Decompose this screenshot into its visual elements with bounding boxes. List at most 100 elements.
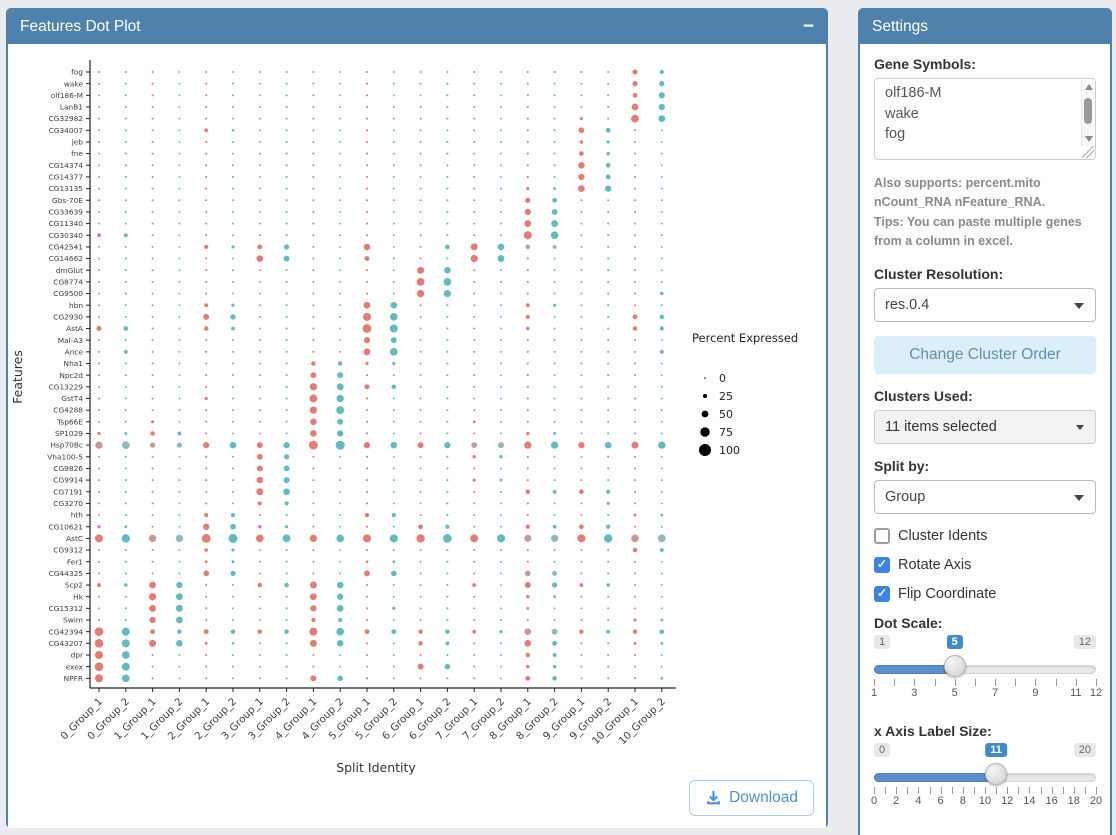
dot (98, 514, 100, 516)
dot (178, 164, 180, 166)
clusters-used-select[interactable]: 11 items selected (874, 410, 1096, 444)
slider-tick-label: 16 (1045, 795, 1057, 807)
dot (660, 514, 663, 517)
dot (205, 188, 207, 190)
dot (286, 71, 288, 73)
dot (256, 535, 264, 543)
dot (420, 549, 422, 551)
dot (634, 246, 636, 248)
collapse-icon[interactable]: − (803, 12, 814, 42)
dot (176, 605, 183, 612)
dot (634, 421, 636, 423)
dot (98, 118, 100, 120)
gene-axis-label: CG44325 (49, 569, 84, 578)
dot (232, 269, 234, 271)
dot (339, 491, 341, 493)
slider-handle[interactable] (944, 655, 966, 677)
dot (178, 514, 180, 516)
checkbox-rotate-axis[interactable]: Rotate Axis (874, 557, 1096, 573)
dot (257, 442, 263, 448)
dot (607, 432, 609, 434)
slider-tick-label: 1 (871, 687, 877, 699)
scroll-up-icon[interactable] (1085, 84, 1093, 90)
dot (125, 188, 127, 190)
dot (634, 677, 636, 679)
checkbox-checked-icon[interactable] (874, 586, 890, 602)
dot (661, 654, 663, 656)
checkbox-checked-icon[interactable] (874, 557, 890, 573)
dot (634, 129, 636, 131)
dot (286, 351, 288, 353)
dot (122, 675, 130, 683)
scrollbar-thumb[interactable] (1084, 98, 1092, 124)
dot (98, 572, 100, 574)
dot (580, 211, 582, 213)
download-button[interactable]: Download (689, 780, 814, 816)
dot (446, 386, 448, 388)
dot (205, 223, 207, 225)
dot (660, 70, 664, 74)
dot (446, 549, 448, 551)
checkbox-cluster-idents[interactable]: Cluster Idents (874, 528, 1096, 544)
dot (420, 328, 422, 330)
dot (231, 327, 235, 331)
dot (554, 269, 556, 271)
gene-symbols-input[interactable]: olf186-Mwakefog (874, 78, 1096, 160)
dot (580, 666, 582, 668)
checkbox-flip-coordinate[interactable]: Flip Coordinate (874, 586, 1096, 602)
gene-axis-label: dmGlut (56, 266, 83, 275)
dot (176, 593, 183, 600)
dot (284, 629, 289, 634)
dot (204, 513, 208, 517)
change-cluster-order-button[interactable]: Change Cluster Order (874, 336, 1096, 374)
dot (365, 362, 368, 365)
scroll-down-icon[interactable] (1085, 136, 1093, 142)
resize-grip-icon[interactable] (1082, 146, 1094, 158)
dot (259, 223, 261, 225)
dot (259, 211, 261, 213)
dot (98, 421, 100, 423)
dot (500, 409, 502, 411)
cluster-resolution-select[interactable]: res.0.4 (874, 288, 1096, 322)
dot (149, 582, 156, 589)
dot (578, 185, 585, 192)
dot (473, 118, 475, 120)
gene-symbols-scrollbar[interactable] (1081, 80, 1094, 146)
dot (176, 617, 183, 624)
dot (661, 467, 663, 469)
dot (178, 106, 180, 108)
gene-axis-label: CG13135 (49, 184, 84, 193)
dot (417, 267, 424, 274)
dot (178, 269, 180, 271)
dot (634, 234, 636, 236)
split-by-select[interactable]: Group (874, 480, 1096, 514)
dot (420, 572, 422, 574)
dot-scale-slider[interactable]: 1125135791112 (874, 657, 1096, 723)
dot (606, 583, 609, 586)
dot (366, 560, 369, 563)
dot (310, 593, 317, 600)
slider-handle[interactable] (985, 763, 1007, 785)
checkbox-unchecked-icon[interactable] (874, 528, 890, 544)
dot (98, 188, 100, 190)
dot (205, 560, 208, 563)
dot (526, 245, 531, 250)
dot (364, 337, 370, 343)
slider-tick (885, 787, 886, 794)
dot (366, 526, 368, 528)
legend-title: Percent Expressed (692, 331, 798, 345)
dot (283, 442, 289, 448)
dot (178, 258, 180, 260)
dot (420, 584, 422, 586)
dot (98, 129, 100, 131)
dot (527, 83, 529, 85)
dot (232, 258, 234, 260)
dot (339, 339, 341, 341)
dot (232, 281, 234, 283)
dot (204, 629, 209, 634)
x-axis-label-size-slider[interactable]: 0201102468101214161820 (874, 765, 1096, 831)
dot (446, 397, 448, 399)
dot (500, 304, 502, 306)
dot (152, 304, 154, 306)
dot (259, 607, 261, 609)
